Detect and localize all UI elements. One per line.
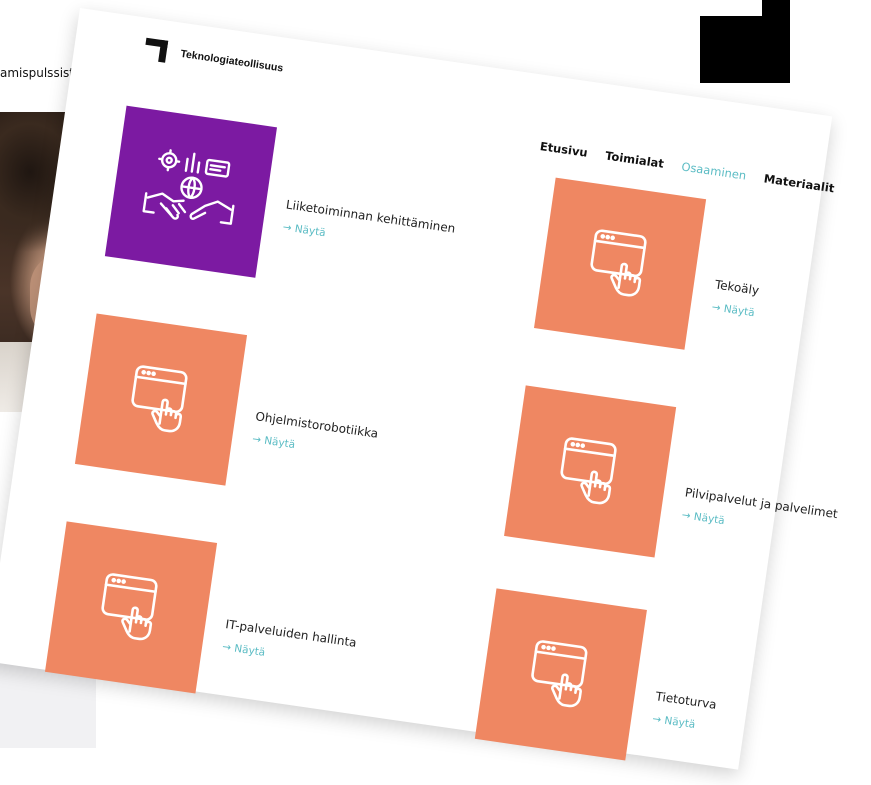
nav-item-osaaminen[interactable]: Osaaminen: [681, 159, 748, 182]
background-black-shape: [700, 0, 790, 83]
item-link-tietoturva[interactable]: → Näytä: [652, 713, 696, 731]
browser-click-icon: [101, 573, 158, 641]
nav-item-materiaalit[interactable]: Materiaalit: [763, 171, 835, 195]
item-title-tekoaly[interactable]: Tekoäly: [714, 277, 760, 297]
item-link-it-palveluiden-hallinta[interactable]: → Näytä: [221, 641, 265, 659]
nav-item-toimialat[interactable]: Toimialat: [604, 149, 664, 171]
business-handshake-icon: [142, 149, 235, 225]
item-link-ohjelmistorobotiikka[interactable]: → Näytä: [251, 433, 295, 451]
tile-tekoaly[interactable]: [533, 177, 707, 350]
browser-click-icon: [590, 229, 647, 297]
browser-click-icon: [560, 437, 617, 505]
item-link-liiketoiminnan-kehittaminen[interactable]: → Näytä: [282, 221, 326, 239]
tile-tietoturva[interactable]: [474, 588, 647, 761]
browser-click-icon: [131, 365, 188, 433]
website-screenshot-card: Teknologiateollisuus Etusivu Toimialat O…: [0, 8, 839, 770]
tile-it-palveluiden-hallinta[interactable]: [44, 521, 218, 694]
item-link-pilvipalvelut[interactable]: → Näytä: [681, 509, 725, 527]
tile-liiketoiminnan-kehittaminen[interactable]: [104, 105, 277, 278]
item-link-tekoaly[interactable]: → Näytä: [711, 301, 755, 319]
site-logo[interactable]: Teknologiateollisuus: [143, 36, 285, 82]
item-title-tietoturva[interactable]: Tietoturva: [655, 689, 718, 712]
tile-pilvipalvelut[interactable]: [504, 385, 677, 558]
browser-click-icon: [531, 640, 588, 708]
tile-ohjelmistorobotiikka[interactable]: [74, 313, 248, 486]
nav-item-etusivu[interactable]: Etusivu: [539, 139, 589, 160]
logo-text: Teknologiateollisuus: [179, 47, 284, 75]
logo-mark-icon: [143, 36, 172, 65]
